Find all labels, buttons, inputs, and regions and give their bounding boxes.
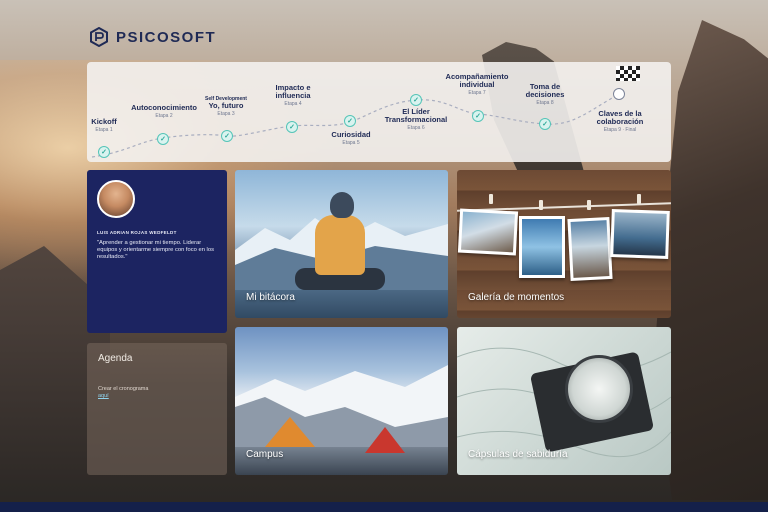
stage-9[interactable]: Claves de la colaboración Etapa 9 · Fina… xyxy=(587,110,653,134)
stage-1[interactable]: Kickoff Etapa 1 xyxy=(87,118,121,134)
stage-4[interactable]: Impacto e influencia Etapa 4 xyxy=(263,84,323,108)
clothespin-icon xyxy=(637,194,641,204)
tile-capsulas-de-sabiduria[interactable]: Cápsulas de sabiduría xyxy=(457,327,671,475)
stage-3-check-icon: ✓ xyxy=(221,130,233,142)
compass-icon xyxy=(565,355,633,423)
agenda-text: Crear el cronograma aquí xyxy=(98,386,149,399)
tile-label: Galería de momentos xyxy=(468,292,565,303)
stage-6[interactable]: El Líder Transformacional Etapa 6 xyxy=(379,108,453,132)
footer-bar xyxy=(0,502,768,512)
snow-mountains-illustration xyxy=(235,365,448,447)
tile-label: Mi bitácora xyxy=(246,292,295,303)
avatar xyxy=(97,180,135,218)
profile-name: LUIS ADRIAN ROJAS WEDFELDT xyxy=(97,230,177,235)
stage-2[interactable]: Autoconocimiento Etapa 2 xyxy=(125,104,203,120)
agenda-title: Agenda xyxy=(98,353,133,364)
profile-quote: "Aprender a gestionar mi tiempo. Liderar… xyxy=(97,240,214,260)
profile-card[interactable]: LUIS ADRIAN ROJAS WEDFELDT "Aprender a g… xyxy=(87,170,227,333)
stage-9-dot-icon xyxy=(613,88,625,100)
stage-5-check-icon: ✓ xyxy=(344,115,356,127)
hiker-jacket xyxy=(315,215,365,275)
stage-7[interactable]: Acompañamiento individual Etapa 7 xyxy=(439,73,515,97)
stage-6-check-icon: ✓ xyxy=(410,94,422,106)
finish-flag-icon xyxy=(616,66,640,81)
tile-campus[interactable]: Campus xyxy=(235,327,448,475)
stage-8[interactable]: Toma de decisiones Etapa 8 xyxy=(515,83,575,107)
logo-hexagon-icon xyxy=(90,27,108,47)
tile-label: Cápsulas de sabiduría xyxy=(468,449,568,460)
journey-roadmap: Kickoff Etapa 1 ✓ Autoconocimiento Etapa… xyxy=(87,62,671,162)
agenda-card[interactable]: Agenda Crear el cronograma aquí xyxy=(87,343,227,475)
tile-galeria-de-momentos[interactable]: Galería de momentos xyxy=(457,170,671,318)
stage-2-check-icon: ✓ xyxy=(157,133,169,145)
gallery-photo xyxy=(567,216,613,282)
clothespin-icon xyxy=(587,200,591,210)
agenda-link[interactable]: aquí xyxy=(98,393,109,399)
gallery-photo xyxy=(610,209,670,259)
tile-mi-bitacora[interactable]: Mi bitácora xyxy=(235,170,448,318)
clothespin-icon xyxy=(489,194,493,204)
clothespin-icon xyxy=(539,200,543,210)
gallery-photo xyxy=(457,208,519,256)
brand-name: PSICOSOFT xyxy=(116,28,217,46)
stage-1-check-icon: ✓ xyxy=(98,146,110,158)
stage-4-check-icon: ✓ xyxy=(286,121,298,133)
stage-5[interactable]: Curiosidad Etapa 5 xyxy=(321,131,381,147)
stage-7-check-icon: ✓ xyxy=(472,110,484,122)
gallery-photo xyxy=(519,216,565,278)
tile-label: Campus xyxy=(246,449,284,460)
hiker-head xyxy=(330,192,354,218)
stage-3[interactable]: Self Development Yo, futuro Etapa 3 xyxy=(197,96,255,117)
stage-8-check-icon: ✓ xyxy=(539,118,551,130)
brand-logo[interactable]: PSICOSOFT xyxy=(90,27,216,47)
